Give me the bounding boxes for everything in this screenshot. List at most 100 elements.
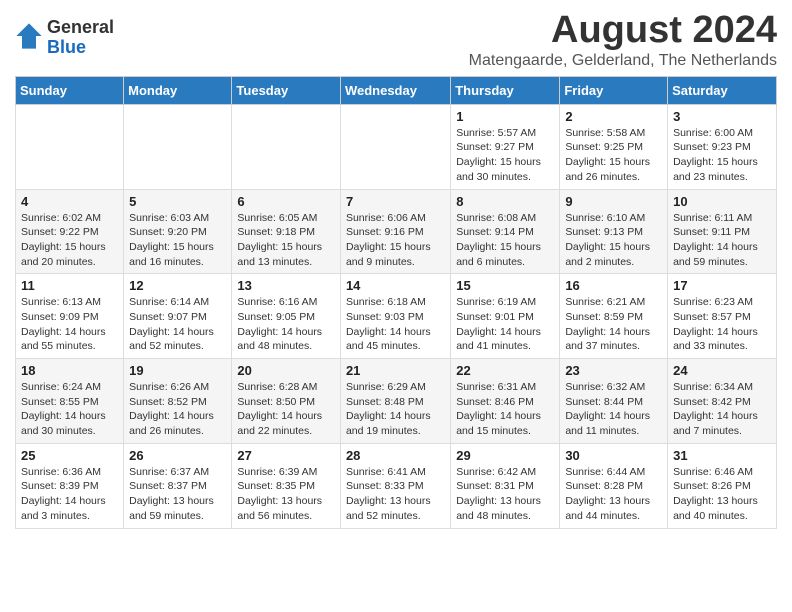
calendar-week-row: 25 Sunrise: 6:36 AM Sunset: 8:39 PM Dayli… xyxy=(16,443,777,528)
day-number: 31 xyxy=(673,448,771,463)
calendar-cell: 30Sunrise: 6:44 AM Sunset: 8:28 PM Dayli… xyxy=(560,443,668,528)
calendar-cell: 2 Sunrise: 5:58 AM Sunset: 9:25 PM Daylig… xyxy=(560,104,668,189)
calendar-week-row: 1 Sunrise: 5:57 AM Sunset: 9:27 PM Daylig… xyxy=(16,104,777,189)
calendar-cell: 10 Sunrise: 6:11 AM Sunset: 9:11 PM Dayli… xyxy=(668,189,777,274)
day-number: 19 xyxy=(129,363,226,378)
day-info: Sunrise: 6:32 AM Sunset: 8:44 PM Dayligh… xyxy=(565,380,662,439)
day-number: 6 xyxy=(237,194,335,209)
day-info: Sunrise: 6:36 AM Sunset: 8:39 PM Dayligh… xyxy=(21,465,118,524)
day-info: Sunrise: 6:28 AM Sunset: 8:50 PM Dayligh… xyxy=(237,380,335,439)
day-info: Sunrise: 6:08 AM Sunset: 9:14 PM Dayligh… xyxy=(456,211,554,270)
calendar-cell: 26Sunrise: 6:37 AM Sunset: 8:37 PM Dayli… xyxy=(124,443,232,528)
day-number: 30 xyxy=(565,448,662,463)
day-number: 22 xyxy=(456,363,554,378)
calendar-cell xyxy=(124,104,232,189)
day-info: Sunrise: 5:57 AM Sunset: 9:27 PM Dayligh… xyxy=(456,126,554,185)
calendar-cell: 20 Sunrise: 6:28 AM Sunset: 8:50 PM Dayli… xyxy=(232,359,341,444)
calendar-week-row: 11 Sunrise: 6:13 AM Sunset: 9:09 PM Dayli… xyxy=(16,274,777,359)
weekday-header: Thursday xyxy=(451,76,560,104)
day-info: Sunrise: 6:14 AM Sunset: 9:07 PM Dayligh… xyxy=(129,295,226,354)
calendar-cell: 29 Sunrise: 6:42 AM Sunset: 8:31 PM Dayli… xyxy=(451,443,560,528)
weekday-header: Tuesday xyxy=(232,76,341,104)
day-info: Sunrise: 6:18 AM Sunset: 9:03 PM Dayligh… xyxy=(346,295,445,354)
calendar-cell: 19Sunrise: 6:26 AM Sunset: 8:52 PM Dayli… xyxy=(124,359,232,444)
weekday-header: Monday xyxy=(124,76,232,104)
calendar-cell: 4 Sunrise: 6:02 AM Sunset: 9:22 PM Daylig… xyxy=(16,189,124,274)
calendar: SundayMondayTuesdayWednesdayThursdayFrid… xyxy=(15,76,777,529)
day-number: 16 xyxy=(565,278,662,293)
calendar-cell: 6 Sunrise: 6:05 AM Sunset: 9:18 PM Daylig… xyxy=(232,189,341,274)
weekday-header: Friday xyxy=(560,76,668,104)
calendar-cell: 3Sunrise: 6:00 AM Sunset: 9:23 PM Daylig… xyxy=(668,104,777,189)
day-info: Sunrise: 6:11 AM Sunset: 9:11 PM Dayligh… xyxy=(673,211,771,270)
day-number: 17 xyxy=(673,278,771,293)
day-number: 29 xyxy=(456,448,554,463)
day-number: 18 xyxy=(21,363,118,378)
calendar-cell: 14 Sunrise: 6:18 AM Sunset: 9:03 PM Dayli… xyxy=(340,274,450,359)
title-area: August 2024 Matengaarde, Gelderland, The… xyxy=(469,10,777,70)
day-info: Sunrise: 6:42 AM Sunset: 8:31 PM Dayligh… xyxy=(456,465,554,524)
day-info: Sunrise: 6:06 AM Sunset: 9:16 PM Dayligh… xyxy=(346,211,445,270)
logo: General Blue xyxy=(15,18,114,58)
day-info: Sunrise: 6:24 AM Sunset: 8:55 PM Dayligh… xyxy=(21,380,118,439)
day-number: 15 xyxy=(456,278,554,293)
day-number: 10 xyxy=(673,194,771,209)
day-number: 23 xyxy=(565,363,662,378)
day-number: 20 xyxy=(237,363,335,378)
day-number: 5 xyxy=(129,194,226,209)
day-info: Sunrise: 6:03 AM Sunset: 9:20 PM Dayligh… xyxy=(129,211,226,270)
header: General Blue August 2024 Matengaarde, Ge… xyxy=(15,10,777,70)
day-info: Sunrise: 6:02 AM Sunset: 9:22 PM Dayligh… xyxy=(21,211,118,270)
calendar-cell: 25 Sunrise: 6:36 AM Sunset: 8:39 PM Dayli… xyxy=(16,443,124,528)
day-info: Sunrise: 6:23 AM Sunset: 8:57 PM Dayligh… xyxy=(673,295,771,354)
calendar-week-row: 18 Sunrise: 6:24 AM Sunset: 8:55 PM Dayli… xyxy=(16,359,777,444)
calendar-cell: 27Sunrise: 6:39 AM Sunset: 8:35 PM Dayli… xyxy=(232,443,341,528)
calendar-cell xyxy=(232,104,341,189)
calendar-cell: 5 Sunrise: 6:03 AM Sunset: 9:20 PM Daylig… xyxy=(124,189,232,274)
day-number: 7 xyxy=(346,194,445,209)
day-info: Sunrise: 6:46 AM Sunset: 8:26 PM Dayligh… xyxy=(673,465,771,524)
day-info: Sunrise: 6:41 AM Sunset: 8:33 PM Dayligh… xyxy=(346,465,445,524)
day-info: Sunrise: 6:29 AM Sunset: 8:48 PM Dayligh… xyxy=(346,380,445,439)
day-info: Sunrise: 6:21 AM Sunset: 8:59 PM Dayligh… xyxy=(565,295,662,354)
day-number: 14 xyxy=(346,278,445,293)
day-number: 27 xyxy=(237,448,335,463)
calendar-cell: 28Sunrise: 6:41 AM Sunset: 8:33 PM Dayli… xyxy=(340,443,450,528)
day-info: Sunrise: 5:58 AM Sunset: 9:25 PM Dayligh… xyxy=(565,126,662,185)
day-number: 21 xyxy=(346,363,445,378)
day-number: 13 xyxy=(237,278,335,293)
logo-blue: Blue xyxy=(47,38,114,58)
day-info: Sunrise: 6:10 AM Sunset: 9:13 PM Dayligh… xyxy=(565,211,662,270)
day-info: Sunrise: 6:34 AM Sunset: 8:42 PM Dayligh… xyxy=(673,380,771,439)
day-number: 11 xyxy=(21,278,118,293)
day-number: 2 xyxy=(565,109,662,124)
weekday-header: Sunday xyxy=(16,76,124,104)
calendar-cell xyxy=(16,104,124,189)
day-number: 26 xyxy=(129,448,226,463)
calendar-cell: 17 Sunrise: 6:23 AM Sunset: 8:57 PM Dayli… xyxy=(668,274,777,359)
day-info: Sunrise: 6:19 AM Sunset: 9:01 PM Dayligh… xyxy=(456,295,554,354)
calendar-week-row: 4 Sunrise: 6:02 AM Sunset: 9:22 PM Daylig… xyxy=(16,189,777,274)
day-number: 3 xyxy=(673,109,771,124)
calendar-cell: 18 Sunrise: 6:24 AM Sunset: 8:55 PM Dayli… xyxy=(16,359,124,444)
logo-general: General xyxy=(47,18,114,38)
calendar-cell: 21 Sunrise: 6:29 AM Sunset: 8:48 PM Dayli… xyxy=(340,359,450,444)
day-number: 1 xyxy=(456,109,554,124)
weekday-header: Wednesday xyxy=(340,76,450,104)
subtitle: Matengaarde, Gelderland, The Netherlands xyxy=(469,52,777,70)
day-number: 25 xyxy=(21,448,118,463)
day-info: Sunrise: 6:05 AM Sunset: 9:18 PM Dayligh… xyxy=(237,211,335,270)
logo-text: General Blue xyxy=(47,18,114,58)
month-title: August 2024 xyxy=(469,10,777,52)
calendar-cell: 24Sunrise: 6:34 AM Sunset: 8:42 PM Dayli… xyxy=(668,359,777,444)
calendar-cell: 7 Sunrise: 6:06 AM Sunset: 9:16 PM Daylig… xyxy=(340,189,450,274)
calendar-cell: 23 Sunrise: 6:32 AM Sunset: 8:44 PM Dayli… xyxy=(560,359,668,444)
weekday-header: Saturday xyxy=(668,76,777,104)
calendar-cell: 11 Sunrise: 6:13 AM Sunset: 9:09 PM Dayli… xyxy=(16,274,124,359)
day-number: 4 xyxy=(21,194,118,209)
calendar-cell: 1 Sunrise: 5:57 AM Sunset: 9:27 PM Daylig… xyxy=(451,104,560,189)
day-info: Sunrise: 6:13 AM Sunset: 9:09 PM Dayligh… xyxy=(21,295,118,354)
weekday-header-row: SundayMondayTuesdayWednesdayThursdayFrid… xyxy=(16,76,777,104)
calendar-cell: 22Sunrise: 6:31 AM Sunset: 8:46 PM Dayli… xyxy=(451,359,560,444)
calendar-cell: 9Sunrise: 6:10 AM Sunset: 9:13 PM Daylig… xyxy=(560,189,668,274)
